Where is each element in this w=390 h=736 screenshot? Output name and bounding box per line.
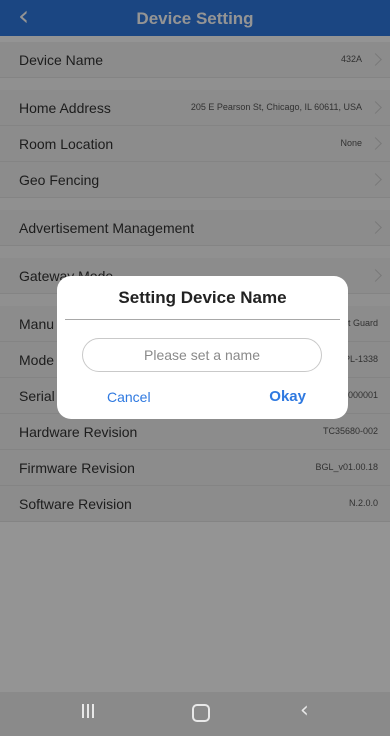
home-icon[interactable]	[192, 704, 210, 722]
dialog-divider	[65, 319, 340, 320]
system-nav-bar: ‹	[0, 692, 390, 736]
device-name-dialog: Setting Device Name Please set a name Ca…	[57, 276, 348, 419]
dialog-title: Setting Device Name	[118, 288, 287, 307]
device-name-input[interactable]: Please set a name	[82, 338, 322, 372]
cancel-button[interactable]: Cancel	[107, 389, 151, 405]
back-icon[interactable]: ‹	[300, 698, 309, 723]
recent-apps-icon[interactable]	[82, 702, 98, 720]
okay-button[interactable]: Okay	[269, 388, 306, 405]
